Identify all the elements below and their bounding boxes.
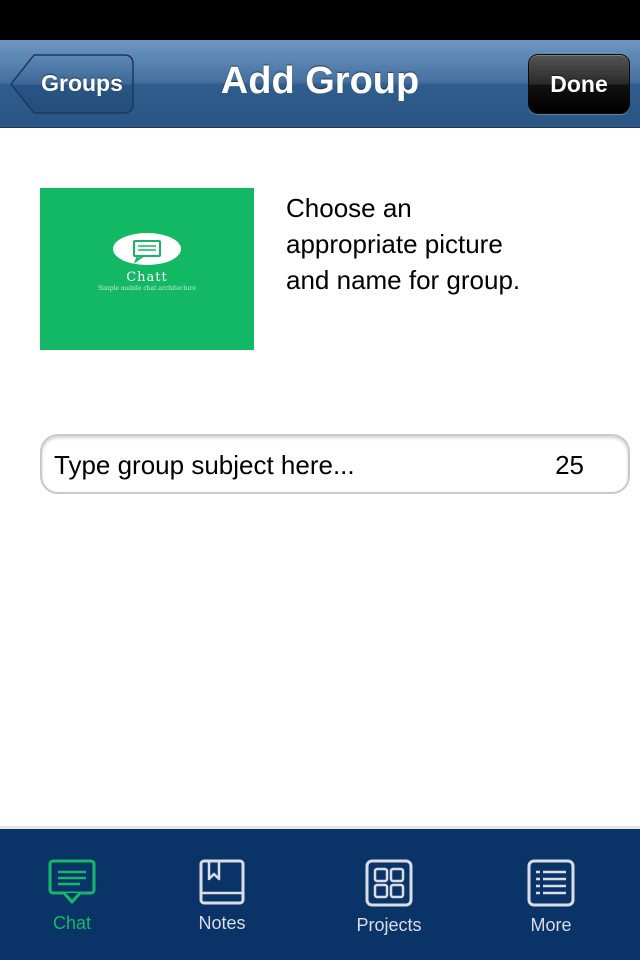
- group-picture[interactable]: Chatt Simple mobile chat architecture: [40, 188, 254, 350]
- tab-chat[interactable]: Chat: [2, 859, 142, 959]
- remaining-char-count: 25: [555, 450, 584, 480]
- tab-label-notes: Notes: [198, 913, 246, 933]
- bookmark-book-icon: [199, 859, 245, 905]
- list-icon: [527, 859, 575, 907]
- group-subject-input[interactable]: [54, 446, 524, 484]
- grid-icon: [365, 859, 413, 907]
- tab-more[interactable]: More: [481, 859, 621, 959]
- done-button[interactable]: Done: [528, 54, 630, 114]
- tab-projects[interactable]: Projects: [319, 859, 459, 959]
- instruction-text: Choose an appropriate picture and name f…: [286, 193, 521, 295]
- tab-notes[interactable]: Notes: [152, 859, 292, 959]
- logo-name: Chatt: [126, 270, 168, 285]
- logo-tagline: Simple mobile chat architecture: [97, 285, 197, 292]
- group-subject-field[interactable]: 25: [40, 434, 630, 494]
- chat-bubble-logo-icon: [113, 233, 181, 265]
- chat-bubble-icon: [48, 859, 96, 904]
- status-bar: [0, 0, 640, 40]
- tab-label-chat: Chat: [52, 913, 92, 933]
- tab-bar: Chat Notes Projects More: [0, 826, 640, 960]
- tab-label-projects: Projects: [356, 915, 422, 935]
- tab-label-more: More: [530, 915, 572, 935]
- navigation-bar: Groups Add Group Done: [0, 40, 640, 128]
